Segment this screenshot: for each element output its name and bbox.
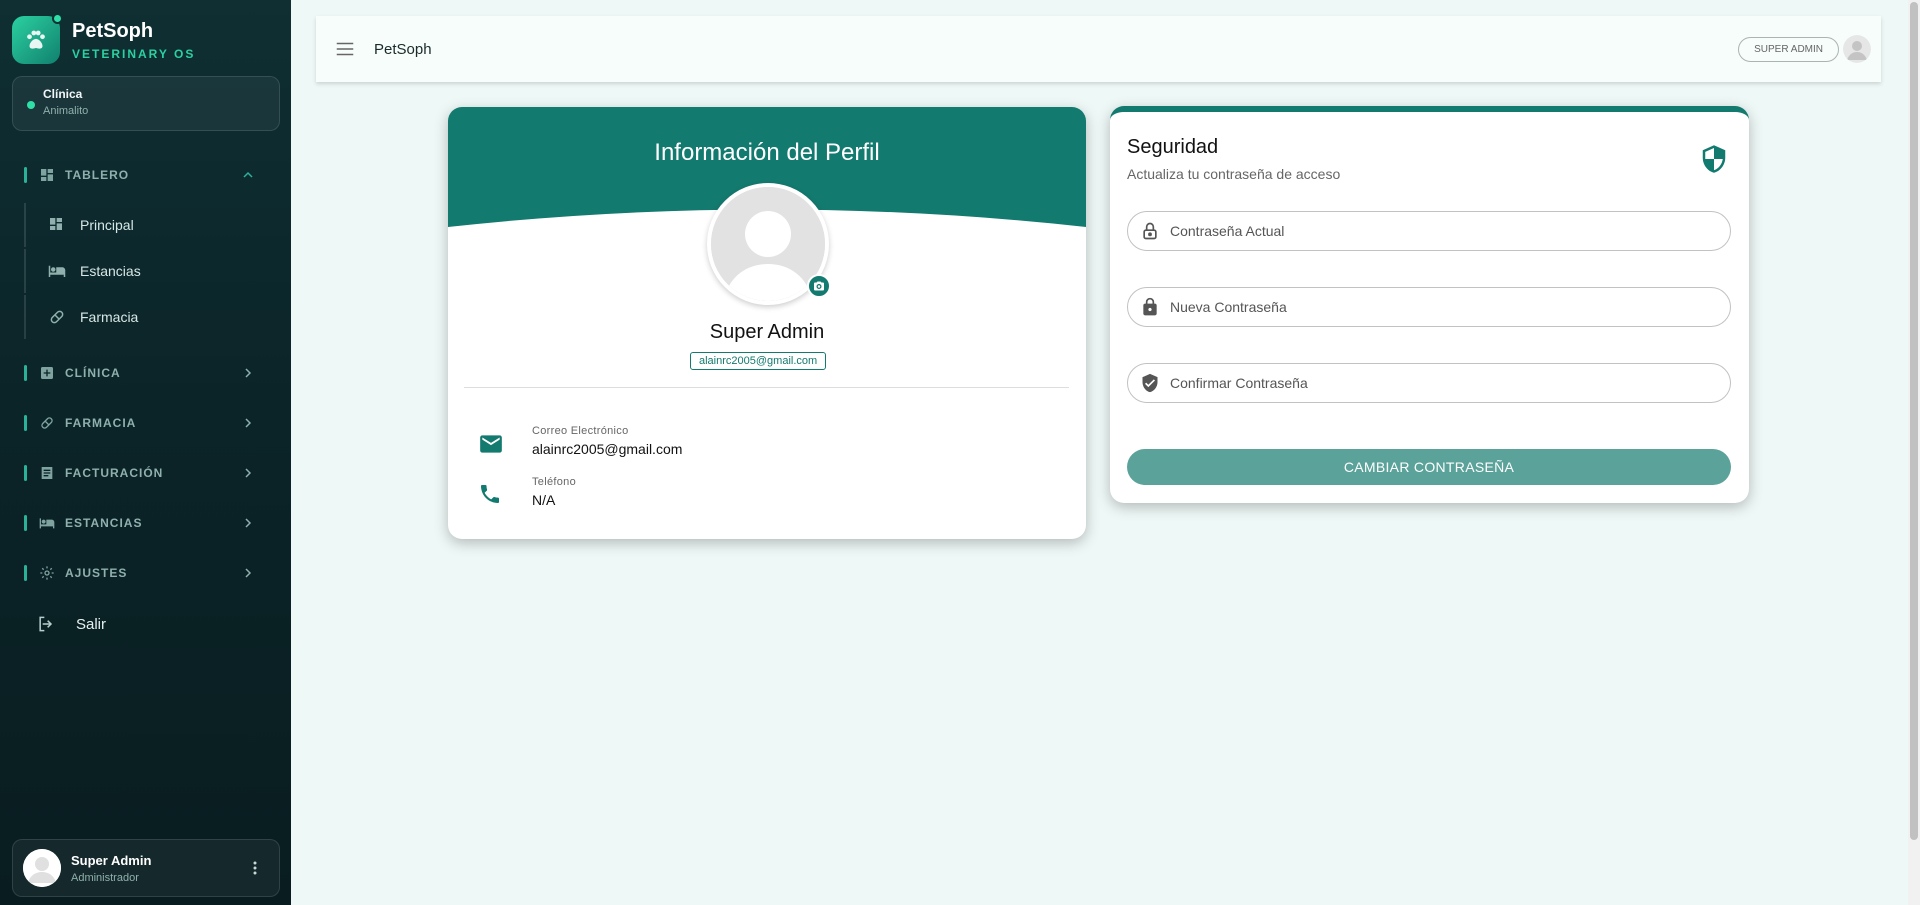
clinic-label: Clínica — [43, 87, 83, 101]
security-title: Seguridad — [1127, 136, 1219, 158]
sidebar: PetSoph VETERINARY OS Clínica Animalito … — [0, 0, 291, 905]
nav-section-label: AJUSTES — [65, 566, 128, 580]
clinic-selector[interactable]: Clínica Animalito — [12, 76, 280, 131]
medical-plus-icon — [39, 365, 55, 381]
phone-value: N/A — [532, 492, 556, 508]
lock-open-icon — [1140, 221, 1160, 241]
nav-section-label: CLÍNICA — [65, 366, 121, 380]
sidebar-item-label: Principal — [80, 217, 134, 233]
profile-card: Información del Perfil Super Admin alain… — [448, 107, 1086, 539]
camera-icon[interactable] — [807, 274, 831, 298]
confirm-password-input[interactable] — [1170, 375, 1710, 391]
sidebar-item-farmacia[interactable]: Farmacia — [24, 295, 264, 339]
nav-section-label: FARMACIA — [65, 416, 137, 430]
user-role: Administrador — [71, 871, 139, 884]
online-dot — [52, 13, 63, 24]
lock-icon — [1140, 297, 1160, 317]
nav-section-ajustes[interactable]: AJUSTES — [24, 563, 256, 583]
pill-icon — [39, 415, 55, 431]
nav-section-label: ESTANCIAS — [65, 516, 143, 530]
divider — [464, 387, 1069, 388]
nav-section-label: FACTURACIÓN — [65, 466, 164, 480]
security-subtitle: Actualiza tu contraseña de acceso — [1127, 166, 1341, 182]
nav-section-farmacia[interactable]: FARMACIA — [24, 413, 256, 433]
nav-section-clinica[interactable]: CLÍNICA — [24, 363, 256, 383]
topbar: PetSoph SUPER ADMIN — [316, 16, 1881, 82]
sidebar-item-principal[interactable]: Principal — [24, 203, 264, 247]
phone-info-row: Teléfono N/A — [478, 476, 576, 508]
dashboard-icon — [39, 167, 55, 183]
page-title: PetSoph — [374, 40, 432, 58]
scrollbar[interactable] — [1908, 0, 1920, 905]
nav-section-estancias[interactable]: ESTANCIAS — [24, 513, 256, 533]
chevron-up-icon — [240, 167, 256, 183]
avatar — [23, 849, 61, 887]
email-chip: alainrc2005@gmail.com — [690, 352, 827, 370]
change-password-button[interactable]: CAMBIAR CONTRASEÑA — [1127, 449, 1731, 485]
pill-icon — [48, 308, 66, 326]
chevron-right-icon — [240, 465, 256, 481]
chevron-right-icon — [240, 365, 256, 381]
user-card[interactable]: Super Admin Administrador — [12, 839, 280, 897]
email-label: Correo Electrónico — [532, 425, 629, 437]
security-card: Seguridad Actualiza tu contraseña de acc… — [1110, 106, 1749, 503]
bed-icon — [39, 515, 55, 531]
profile-title: Información del Perfil — [654, 139, 880, 166]
current-password-input[interactable] — [1170, 223, 1710, 239]
verified-shield-icon — [1140, 373, 1160, 393]
logout-label: Salir — [76, 615, 107, 633]
nav-section-facturacion[interactable]: FACTURACIÓN — [24, 463, 256, 483]
brand-subtitle: VETERINARY OS — [72, 47, 196, 61]
chevron-right-icon — [240, 415, 256, 431]
profile-name: Super Admin — [709, 321, 825, 343]
phone-label: Teléfono — [532, 476, 576, 488]
shield-icon — [1699, 142, 1729, 176]
dashboard-icon — [48, 216, 66, 234]
email-info-row: Correo Electrónico alainrc2005@gmail.com — [478, 425, 682, 457]
chevron-right-icon — [240, 515, 256, 531]
current-password-field[interactable] — [1127, 211, 1731, 251]
logout-button[interactable]: Salir — [36, 614, 106, 634]
bed-icon — [48, 262, 66, 280]
confirm-password-field[interactable] — [1127, 363, 1731, 403]
chevron-right-icon — [240, 565, 256, 581]
nav-section-label: TABLERO — [65, 168, 130, 182]
email-value: alainrc2005@gmail.com — [532, 441, 683, 457]
new-password-field[interactable] — [1127, 287, 1731, 327]
menu-icon[interactable] — [334, 38, 356, 60]
avatar[interactable] — [1843, 35, 1871, 63]
gear-icon — [39, 565, 55, 581]
role-badge[interactable]: SUPER ADMIN — [1738, 36, 1839, 62]
brand-name: PetSoph — [72, 20, 154, 42]
nav-section-tablero[interactable]: TABLERO — [24, 165, 256, 185]
user-name: Super Admin — [71, 852, 152, 868]
clinic-name: Animalito — [43, 105, 89, 117]
sidebar-item-estancias[interactable]: Estancias — [24, 249, 264, 293]
new-password-input[interactable] — [1170, 299, 1710, 315]
scrollbar-thumb[interactable] — [1910, 2, 1918, 840]
logout-icon — [36, 614, 56, 634]
phone-icon — [478, 482, 504, 508]
sidebar-item-label: Estancias — [80, 263, 141, 279]
receipt-icon — [39, 465, 55, 481]
mail-icon — [478, 431, 504, 457]
paw-logo-icon — [12, 13, 63, 64]
more-vertical-icon[interactable] — [245, 858, 265, 878]
brand[interactable]: PetSoph VETERINARY OS — [12, 13, 196, 64]
clinic-status-dot — [27, 101, 35, 109]
sidebar-item-label: Farmacia — [80, 309, 139, 325]
